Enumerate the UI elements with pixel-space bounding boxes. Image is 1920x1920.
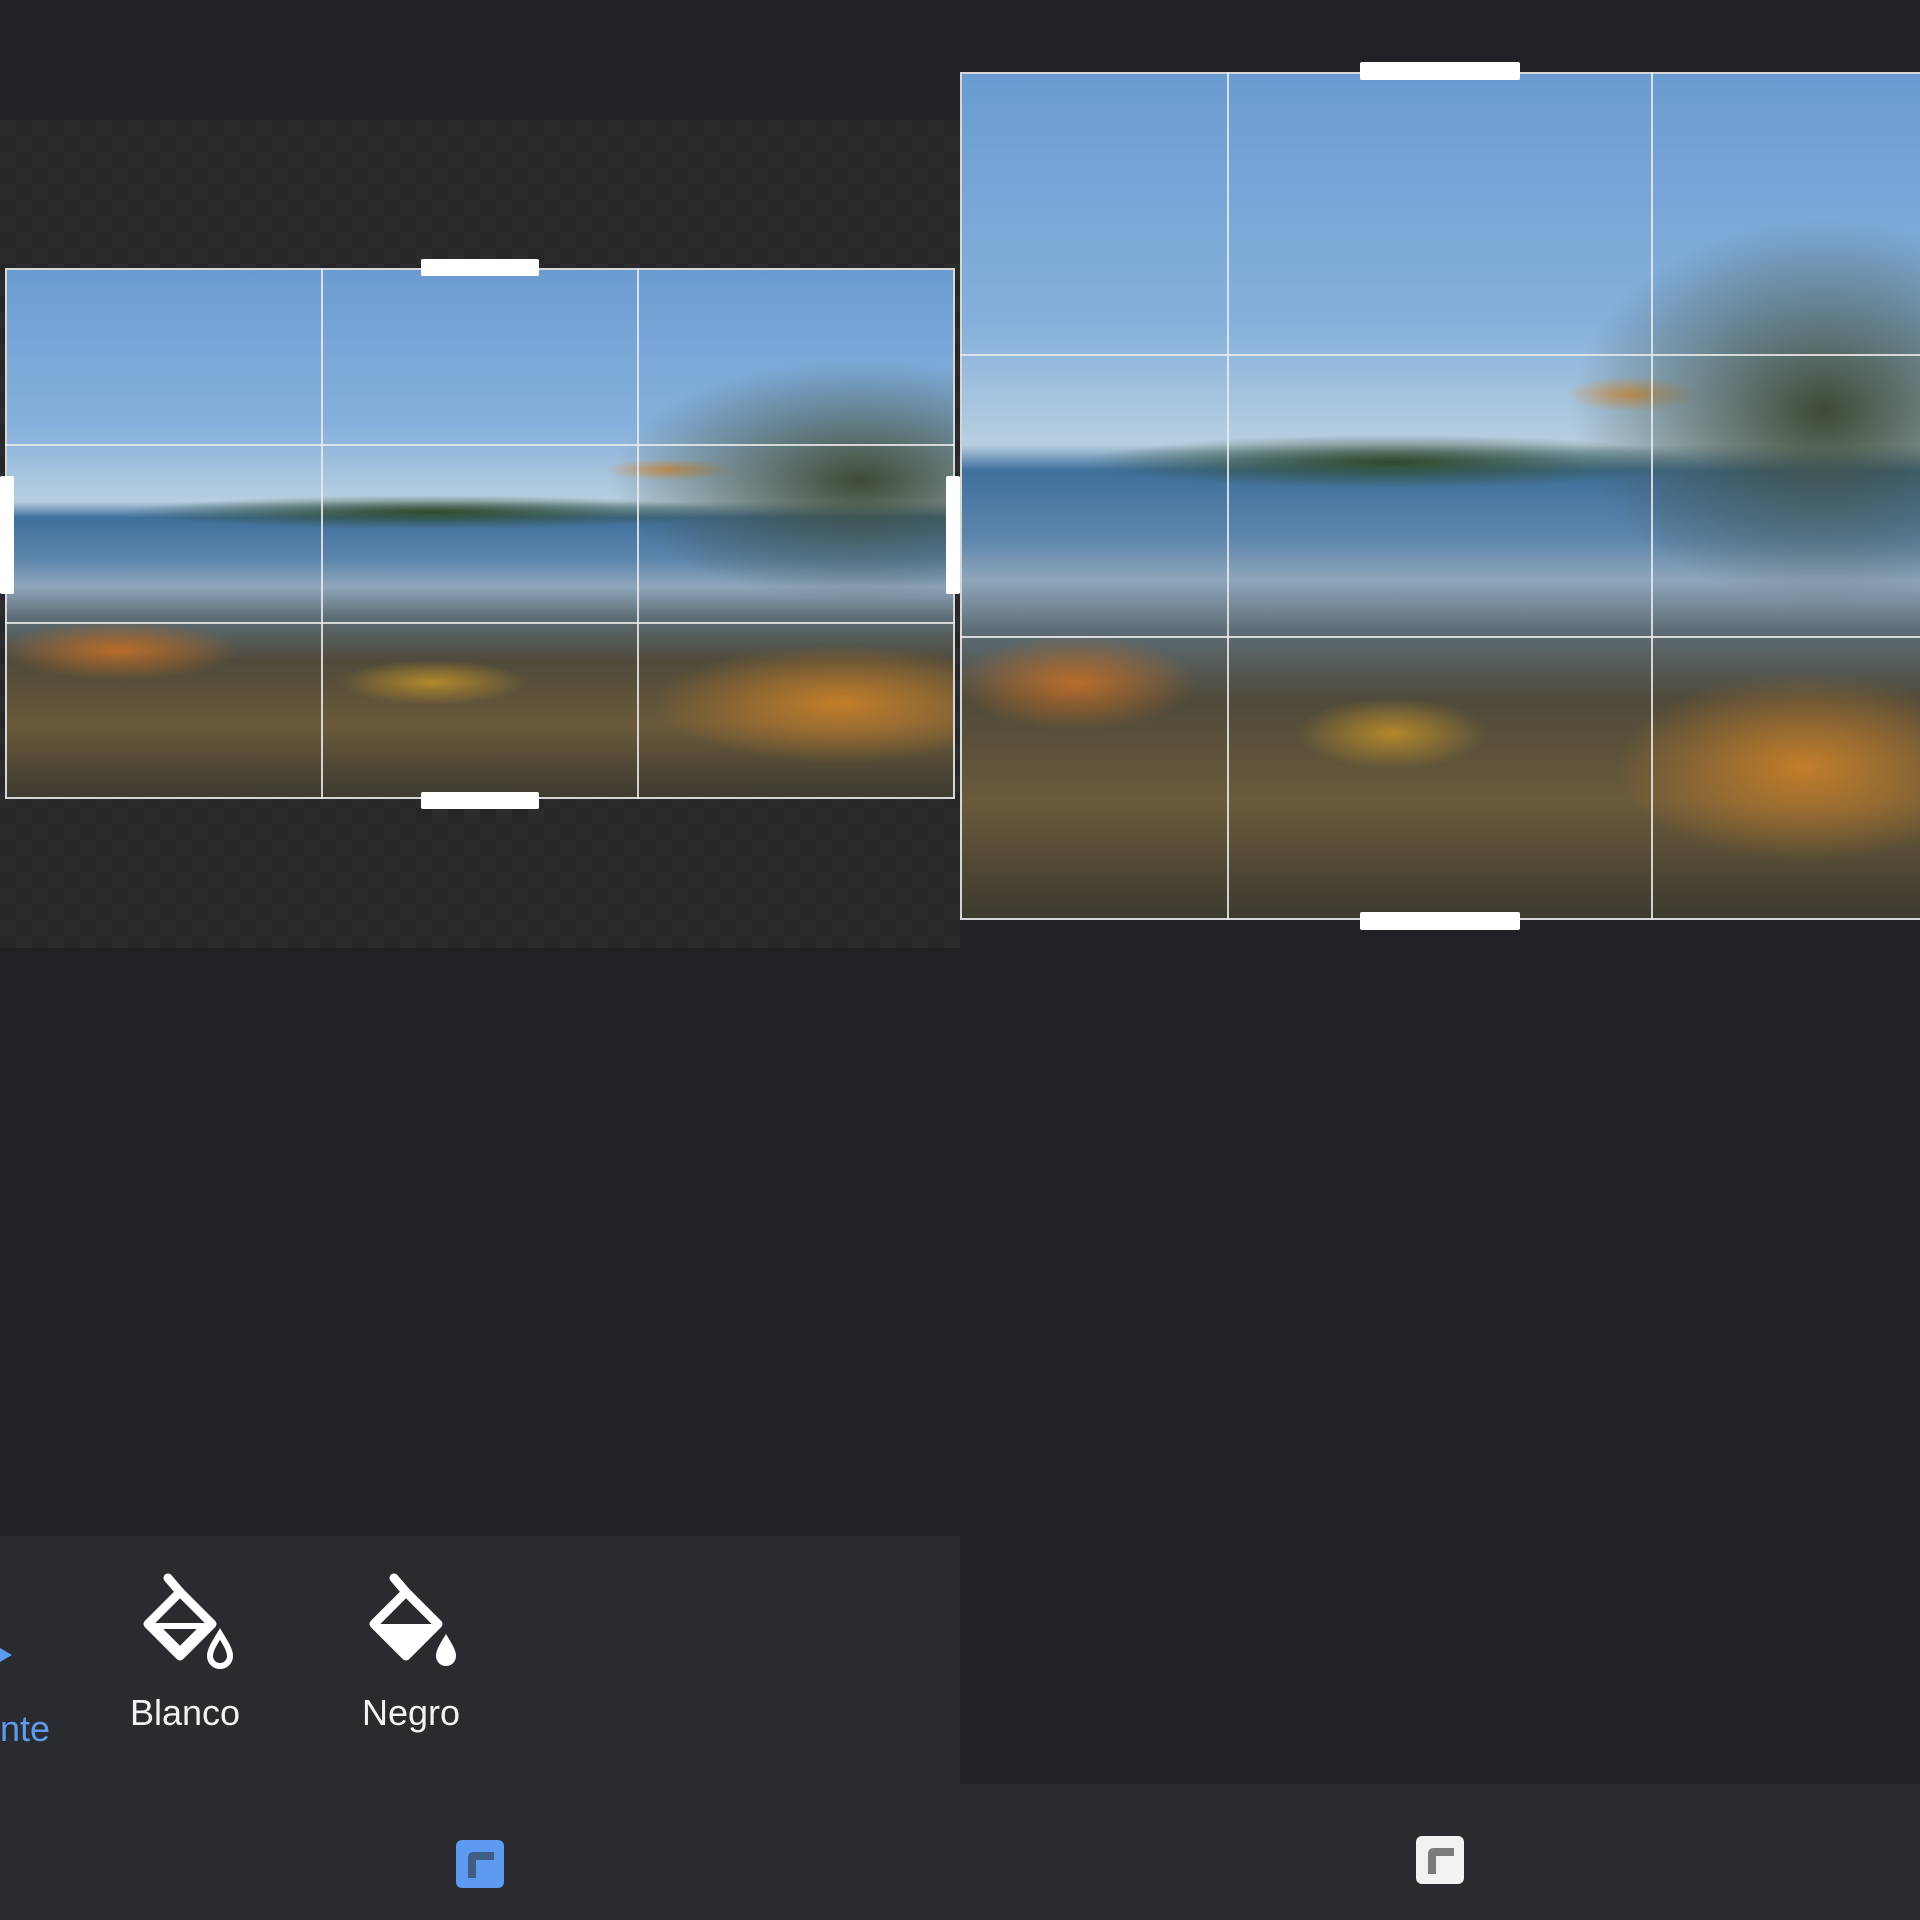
tool-blanco[interactable]: Blanco bbox=[110, 1570, 260, 1734]
crop-handle-top[interactable] bbox=[421, 259, 539, 276]
paint-bucket-filled-icon bbox=[369, 1573, 456, 1666]
grid-line-vertical bbox=[1651, 72, 1653, 920]
crop-handle-bottom[interactable] bbox=[1360, 912, 1520, 930]
left-editor-panel: nte Blanco Negro bbox=[0, 0, 960, 1920]
grid-line-horizontal bbox=[5, 622, 955, 624]
crop-handle-right[interactable] bbox=[946, 476, 960, 594]
grid-line-vertical bbox=[637, 268, 639, 799]
grid-line-horizontal bbox=[960, 636, 1920, 638]
crop-handle-top[interactable] bbox=[1360, 62, 1520, 80]
beach-photo bbox=[5, 268, 955, 799]
tool-label-blanco: Blanco bbox=[129, 1692, 241, 1733]
arrow-icon bbox=[0, 1648, 12, 1662]
aspect-ratio-icon[interactable] bbox=[1414, 1834, 1466, 1886]
beach-photo-cropped bbox=[960, 72, 1920, 920]
paint-bucket-outline-icon bbox=[143, 1573, 234, 1669]
crop-handle-left[interactable] bbox=[0, 476, 14, 594]
grid-line-vertical bbox=[321, 268, 323, 799]
grid-line-vertical bbox=[1227, 72, 1229, 920]
tool-label-negro: Negro bbox=[361, 1692, 461, 1733]
tool-negro[interactable]: Negro bbox=[336, 1570, 486, 1734]
tool-label-partial[interactable]: nte bbox=[0, 1708, 50, 1750]
aspect-ratio-icon[interactable] bbox=[454, 1838, 506, 1890]
crop-handle-bottom[interactable] bbox=[421, 792, 539, 809]
grid-line-horizontal bbox=[960, 354, 1920, 356]
grid-line-horizontal bbox=[5, 444, 955, 446]
right-editor-panel bbox=[960, 0, 1920, 1920]
